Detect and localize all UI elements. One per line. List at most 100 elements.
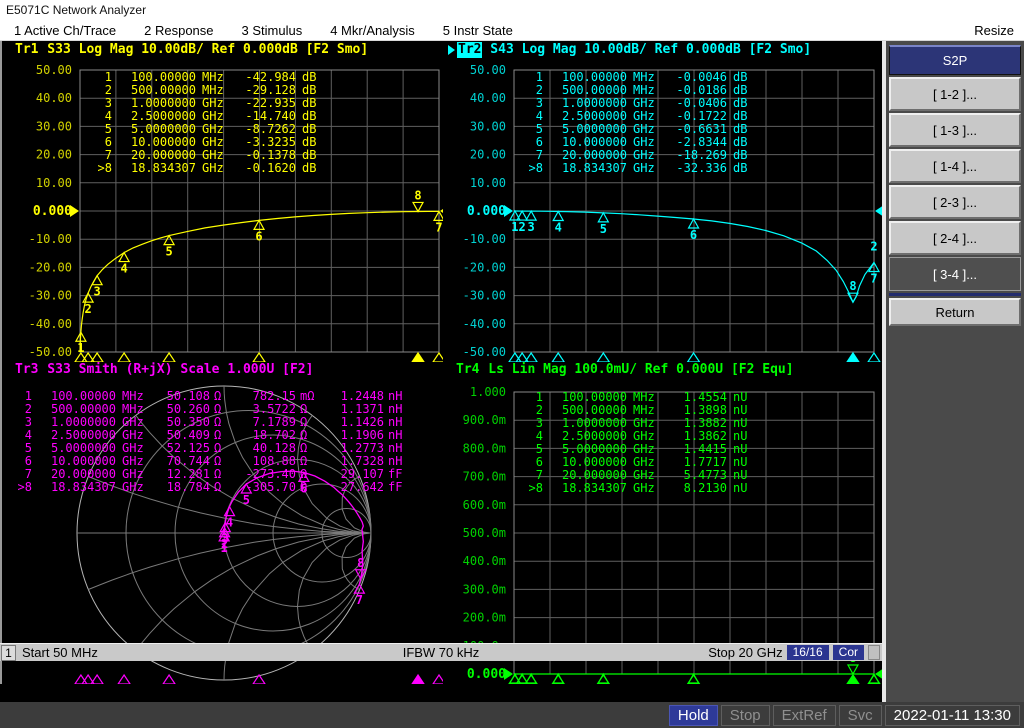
svg-text:-40.00: -40.00 bbox=[29, 317, 72, 331]
menu-item-4[interactable]: 4 Mkr/Analysis bbox=[316, 20, 429, 40]
svg-text:-50.00: -50.00 bbox=[463, 345, 506, 359]
svg-text:-30.00: -30.00 bbox=[29, 289, 72, 303]
marker-table-tr1: 1 100.00000 MHz -42.984 dB 2 500.00000 MHz -29.1… bbox=[86, 71, 326, 175]
svg-text:900.0m: 900.0m bbox=[463, 413, 506, 427]
marker-table-tr4: 1 100.00000 MHz 1.4554 nU 2 500.00000 MHz 1.3898… bbox=[517, 391, 757, 495]
window-title: E5071C Network Analyzer bbox=[6, 3, 147, 17]
channel-status-bar: 1 Start 50 MHz IFBW 70 kHz Stop 20 GHz 1… bbox=[0, 643, 882, 661]
trace-format-tr1: S33 Log Mag 10.00dB/ Ref 0.000dB [F2 Smo… bbox=[39, 42, 369, 57]
marker-2: 2 bbox=[82, 291, 95, 316]
trace-panel-tr1: Tr1 S33 Log Mag 10.00dB/ Ref 0.000dB [F2… bbox=[2, 42, 443, 362]
marker-4: 4 bbox=[552, 210, 565, 234]
svg-text:8: 8 bbox=[414, 188, 421, 202]
trace-header-tr3[interactable]: Tr3 S33 Smith (R+jX) Scale 1.000U [F2] bbox=[2, 362, 443, 378]
svg-text:10.00: 10.00 bbox=[470, 176, 506, 190]
svg-text:-10.00: -10.00 bbox=[29, 232, 72, 246]
marker-position-indicators bbox=[508, 351, 881, 362]
softkey-2-4-button[interactable]: [ 2-4 ]... bbox=[889, 221, 1021, 255]
marker-table-row: >8 18.834307 GHz -32.336 dB bbox=[528, 161, 748, 175]
trace-format-tr2: S43 Log Mag 10.00dB/ Ref 0.000dB [F2 Smo… bbox=[482, 42, 812, 57]
svg-text:0.000: 0.000 bbox=[33, 204, 72, 219]
svg-text:6: 6 bbox=[690, 228, 697, 242]
svg-text:-30.00: -30.00 bbox=[463, 289, 506, 303]
window-titlebar: E5071C Network Analyzer bbox=[0, 0, 1024, 20]
svg-text:600.0m: 600.0m bbox=[463, 498, 506, 512]
marker-position-indicators bbox=[74, 673, 443, 684]
extref-status-badge: ExtRef bbox=[772, 704, 836, 726]
svg-text:40.00: 40.00 bbox=[470, 91, 506, 105]
marker-4: 4 bbox=[118, 251, 131, 276]
softkey-1-2-button[interactable]: [ 1-2 ]... bbox=[889, 77, 1021, 111]
trace-format-tr4: Ls Lin Mag 100.0mU/ Ref 0.000U [F2 Equ] bbox=[480, 362, 794, 377]
svg-text:5: 5 bbox=[165, 245, 172, 259]
y-axis-ticks: 50.00 40.00 30.00 20.00 10.00 0.000 -10.00 -20.… bbox=[29, 63, 73, 359]
svg-text:20.00: 20.00 bbox=[36, 148, 72, 162]
menu-item-2[interactable]: 2 Response bbox=[130, 20, 227, 40]
trace-name-tr1: Tr1 bbox=[15, 42, 39, 57]
svg-text:3: 3 bbox=[528, 220, 535, 234]
softkey-3-4-button[interactable]: [ 3-4 ]... bbox=[889, 257, 1021, 291]
trace-name-tr2: Tr2 bbox=[457, 42, 483, 58]
menu-item-3[interactable]: 3 Stimulus bbox=[228, 20, 317, 40]
menu-bar: 1 Active Ch/Trace 2 Response 3 Stimulus 4 M… bbox=[0, 20, 1024, 41]
trace-header-tr1[interactable]: Tr1 S33 Log Mag 10.00dB/ Ref 0.000dB [F2… bbox=[2, 42, 443, 58]
softkey-1-4-button[interactable]: [ 1-4 ]... bbox=[889, 149, 1021, 183]
softkey-sidebar: S2P[ 1-2 ]...[ 1-3 ]...[ 1-4 ]...[ 2-3 ]… bbox=[882, 41, 1024, 702]
svg-text:-50.00: -50.00 bbox=[29, 345, 72, 359]
svg-text:200.0m: 200.0m bbox=[463, 611, 506, 625]
svg-text:-40.00: -40.00 bbox=[463, 317, 506, 331]
ref-level-arrow-left-icon bbox=[504, 668, 513, 680]
svg-text:2: 2 bbox=[870, 240, 877, 254]
marker-position-indicators bbox=[74, 351, 443, 362]
trace-panel-tr2: Tr2 S43 Log Mag 10.00dB/ Ref 0.000dB [F2… bbox=[443, 42, 884, 362]
svg-text:30.00: 30.00 bbox=[470, 119, 506, 133]
ifbw-label: IFBW 70 kHz bbox=[402, 645, 480, 660]
svg-text:2: 2 bbox=[84, 302, 91, 316]
softkey-s2p-button[interactable]: S2P bbox=[889, 45, 1021, 75]
svg-text:-10.00: -10.00 bbox=[463, 232, 506, 246]
marker-8: 8 bbox=[846, 279, 859, 304]
svg-text:800.0m: 800.0m bbox=[463, 441, 506, 455]
svg-text:4: 4 bbox=[555, 220, 562, 234]
trace-panel-tr4: Tr4 Ls Lin Mag 100.0mU/ Ref 0.000U [F2 E… bbox=[443, 362, 884, 684]
ref-level-arrow-left-icon bbox=[70, 205, 79, 217]
svg-text:50.00: 50.00 bbox=[470, 63, 506, 77]
resize-button[interactable]: Resize bbox=[964, 20, 1024, 40]
marker-8: 8 bbox=[412, 188, 425, 213]
marker-table-tr2: 1 100.00000 MHz -0.0046 dB 2 500.00000 MHz -0.01… bbox=[517, 71, 757, 175]
trace-name-tr3: Tr3 bbox=[15, 362, 39, 377]
marker-4: 4 bbox=[223, 505, 236, 530]
svg-text:2: 2 bbox=[519, 220, 526, 234]
marker-3: 3 bbox=[525, 209, 538, 234]
svg-text:8: 8 bbox=[357, 556, 364, 570]
svg-text:3: 3 bbox=[222, 532, 229, 546]
svg-text:7: 7 bbox=[870, 272, 877, 286]
softkey-2-3-button[interactable]: [ 2-3 ]... bbox=[889, 185, 1021, 219]
svg-text:0.000: 0.000 bbox=[467, 204, 506, 219]
marker-2: 2 bbox=[516, 209, 529, 234]
active-trace-arrow-icon bbox=[448, 45, 455, 55]
svg-text:7: 7 bbox=[435, 220, 442, 234]
svg-text:5: 5 bbox=[600, 222, 607, 236]
analyzer-screen: E5071C Network Analyzer 1 Active Ch/Trac… bbox=[0, 0, 1024, 728]
menu-item-5[interactable]: 5 Instr State bbox=[429, 20, 527, 40]
marker-table-row: >8 18.834307 GHz 8.2130 nU bbox=[528, 481, 748, 495]
trace-header-tr2[interactable]: Tr2 S43 Log Mag 10.00dB/ Ref 0.000dB [F2… bbox=[443, 42, 884, 58]
svg-text:0.000: 0.000 bbox=[467, 667, 506, 682]
ref-level-arrow-left-icon bbox=[504, 205, 513, 217]
svg-text:3: 3 bbox=[93, 285, 100, 299]
svg-text:700.0m: 700.0m bbox=[463, 470, 506, 484]
display-area: Tr1 S33 Log Mag 10.00dB/ Ref 0.000dB [F2… bbox=[0, 41, 1024, 702]
svg-text:40.00: 40.00 bbox=[36, 91, 72, 105]
marker-table-row: >8 18.834307 GHz -0.1620 dB bbox=[97, 161, 317, 175]
svg-text:1: 1 bbox=[511, 220, 518, 234]
menu-item-1[interactable]: 1 Active Ch/Trace bbox=[0, 20, 130, 40]
marker-7: 72 bbox=[867, 240, 881, 286]
trace-header-tr4[interactable]: Tr4 Ls Lin Mag 100.0mU/ Ref 0.000U [F2 E… bbox=[443, 362, 884, 378]
trace-name-tr4: Tr4 bbox=[456, 362, 480, 377]
softkey-return-button[interactable]: Return bbox=[889, 298, 1021, 326]
svg-text:8: 8 bbox=[849, 279, 856, 293]
softkey-1-3-button[interactable]: [ 1-3 ]... bbox=[889, 113, 1021, 147]
instrument-status-bar: Hold Stop ExtRef Svc 2022-01-11 13:30 bbox=[0, 702, 1024, 728]
svg-text:7: 7 bbox=[356, 593, 363, 607]
